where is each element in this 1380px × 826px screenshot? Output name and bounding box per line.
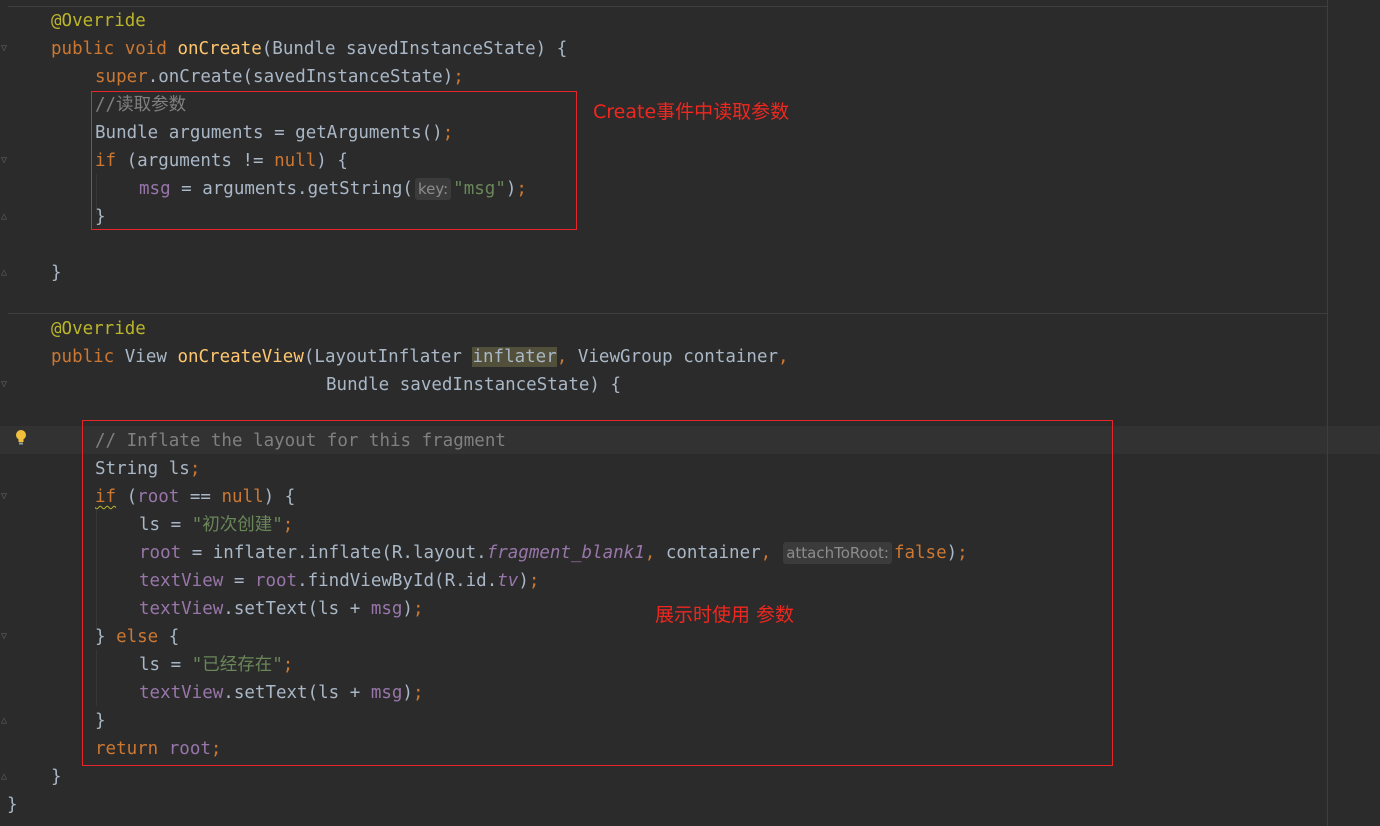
code-line[interactable]: } bbox=[7, 791, 18, 819]
fold-marker-icon[interactable]: ▽ bbox=[1, 379, 7, 391]
code-line[interactable]: } bbox=[51, 259, 62, 287]
right-margin-guide bbox=[1327, 0, 1328, 826]
semicolon-token: ; bbox=[453, 67, 464, 87]
code-line[interactable]: Bundle savedInstanceState) { bbox=[326, 371, 621, 399]
code-line[interactable]: @Override bbox=[51, 7, 146, 35]
code-text: } bbox=[7, 795, 18, 815]
fold-marker-icon[interactable]: △ bbox=[1, 715, 7, 727]
keyword-token: void bbox=[124, 39, 178, 59]
highlighted-identifier: inflater bbox=[472, 347, 557, 367]
comma-token: , bbox=[556, 347, 568, 367]
code-line[interactable]: @Override bbox=[51, 315, 146, 343]
method-separator bbox=[8, 313, 1327, 314]
lightbulb-icon[interactable] bbox=[14, 429, 28, 447]
annotation-box-use-args bbox=[82, 420, 1113, 766]
code-text: .onCreate(savedInstanceState) bbox=[147, 67, 454, 87]
fold-marker-icon[interactable]: ▽ bbox=[1, 43, 7, 55]
code-line[interactable]: } bbox=[51, 763, 62, 791]
code-text: (Bundle savedInstanceState) { bbox=[261, 39, 568, 59]
keyword-token: public bbox=[51, 39, 125, 59]
comma-token: , bbox=[778, 347, 789, 367]
code-line[interactable]: public View onCreateView(LayoutInflater … bbox=[51, 343, 789, 371]
keyword-token: public bbox=[51, 347, 125, 367]
fold-marker-icon[interactable]: ▽ bbox=[1, 491, 7, 503]
editor-gutter[interactable] bbox=[0, 0, 14, 826]
annotation-box-read-args bbox=[91, 91, 577, 230]
keyword-token: super bbox=[95, 67, 148, 87]
code-text: View bbox=[124, 347, 178, 367]
code-text: Bundle savedInstanceState) { bbox=[326, 375, 622, 395]
fold-marker-icon[interactable]: △ bbox=[1, 211, 7, 223]
fold-marker-icon[interactable]: △ bbox=[1, 771, 7, 783]
fold-marker-icon[interactable]: ▽ bbox=[1, 631, 7, 643]
code-text: (LayoutInflater bbox=[303, 347, 473, 367]
method-separator bbox=[8, 6, 1327, 7]
code-text: } bbox=[51, 263, 62, 283]
fold-marker-icon[interactable]: △ bbox=[1, 267, 7, 279]
annotation-label-use-args: 展示时使用 参数 bbox=[655, 604, 795, 626]
method-name-token: onCreateView bbox=[177, 347, 304, 367]
code-line[interactable]: super.onCreate(savedInstanceState); bbox=[95, 63, 464, 91]
code-line[interactable]: public void onCreate(Bundle savedInstanc… bbox=[51, 35, 567, 63]
annotation-token: @Override bbox=[51, 11, 146, 31]
code-editor[interactable]: ▽ ▽ △ △ ▽ ▽ ▽ △ △ @Override public void … bbox=[0, 0, 1380, 826]
method-name-token: onCreate bbox=[177, 39, 262, 59]
fold-marker-icon[interactable]: ▽ bbox=[1, 155, 7, 167]
annotation-token: @Override bbox=[51, 319, 146, 339]
code-text: ViewGroup container bbox=[567, 347, 779, 367]
annotation-label-read-args: Create事件中读取参数 bbox=[593, 101, 790, 123]
code-text: } bbox=[51, 767, 62, 787]
